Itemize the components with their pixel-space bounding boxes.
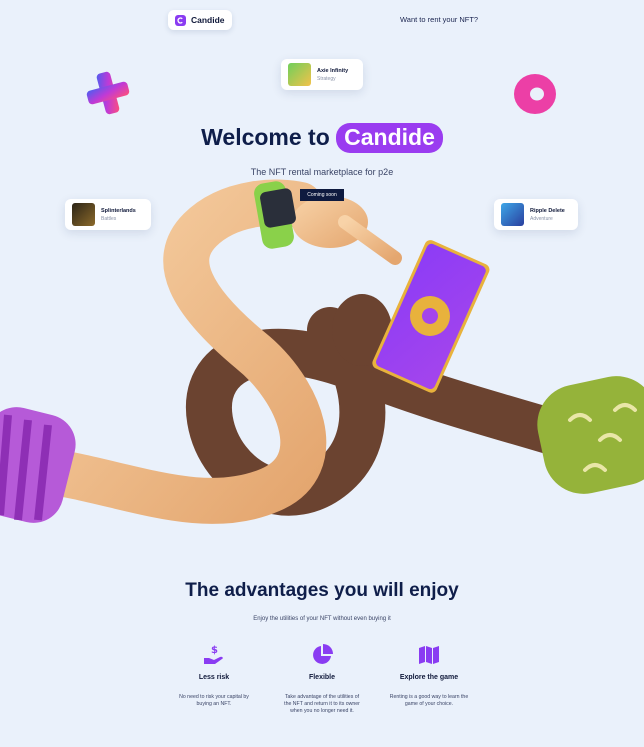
card-name: Ripple Delete <box>530 207 565 214</box>
ripple-delete-thumbnail-icon <box>501 203 524 226</box>
axie-thumbnail-icon <box>288 63 311 86</box>
rent-nft-link[interactable]: Want to rent your NFT? <box>400 15 478 24</box>
advantages-subtitle: Enjoy the utilities of your NFT without … <box>253 616 391 622</box>
advantages-title: The advantages you will enjoy <box>185 580 459 601</box>
green-sleeve <box>537 376 644 494</box>
card-name: Splinterlands <box>101 207 136 214</box>
map-icon <box>418 644 440 666</box>
feature-description: No need to risk your capital by buying a… <box>179 694 249 707</box>
feature-title: Flexible <box>308 674 336 681</box>
hero-title-accent: Candide <box>336 123 443 153</box>
card-genre: Battles <box>101 215 117 222</box>
pointing-hand <box>292 196 402 265</box>
feature-title: Explore the game <box>399 674 459 681</box>
logo-button[interactable]: Candide <box>168 10 232 30</box>
pie-chart-icon <box>311 644 333 666</box>
candide-logo-icon <box>175 14 186 26</box>
donut-3d-icon <box>514 74 556 114</box>
svg-text:$: $ <box>211 645 218 656</box>
phone-illustration <box>372 240 490 393</box>
money-hand-icon: $ <box>203 644 225 666</box>
feature-flexible: Flexible Take advantage of the utilities… <box>267 644 377 715</box>
purple-sleeve <box>0 407 76 523</box>
feature-explore: Explore the game Renting is a good way t… <box>374 644 484 708</box>
hero-subtitle: The NFT rental marketplace for p2e <box>250 167 394 177</box>
game-card-axie[interactable]: Axie Infinity Strategy <box>281 59 363 90</box>
smartwatch-illustration <box>254 181 296 249</box>
feature-less-risk: $ Less risk No need to risk your capital… <box>159 644 269 708</box>
splinterlands-thumbnail-icon <box>72 203 95 226</box>
coming-soon-badge: Coming soon <box>300 189 344 201</box>
hero-illustration <box>0 71 644 524</box>
feature-description: Renting is a good way to learn the game … <box>389 694 469 707</box>
feature-title: Less risk <box>198 674 230 681</box>
hero-title: Welcome to Candide <box>0 123 644 153</box>
hero-title-prefix: Welcome to <box>201 124 330 150</box>
game-card-splinterlands[interactable]: Splinterlands Battles <box>65 199 151 230</box>
card-genre: Adventure <box>530 215 553 222</box>
card-genre: Strategy <box>317 75 336 82</box>
logo-text: Candide <box>191 15 225 25</box>
game-card-ripple-delete[interactable]: Ripple Delete Adventure <box>494 199 578 230</box>
card-name: Axie Infinity <box>317 67 349 74</box>
feature-description: Take advantage of the utilities of the N… <box>284 694 360 714</box>
plus-3d-icon <box>86 71 130 115</box>
